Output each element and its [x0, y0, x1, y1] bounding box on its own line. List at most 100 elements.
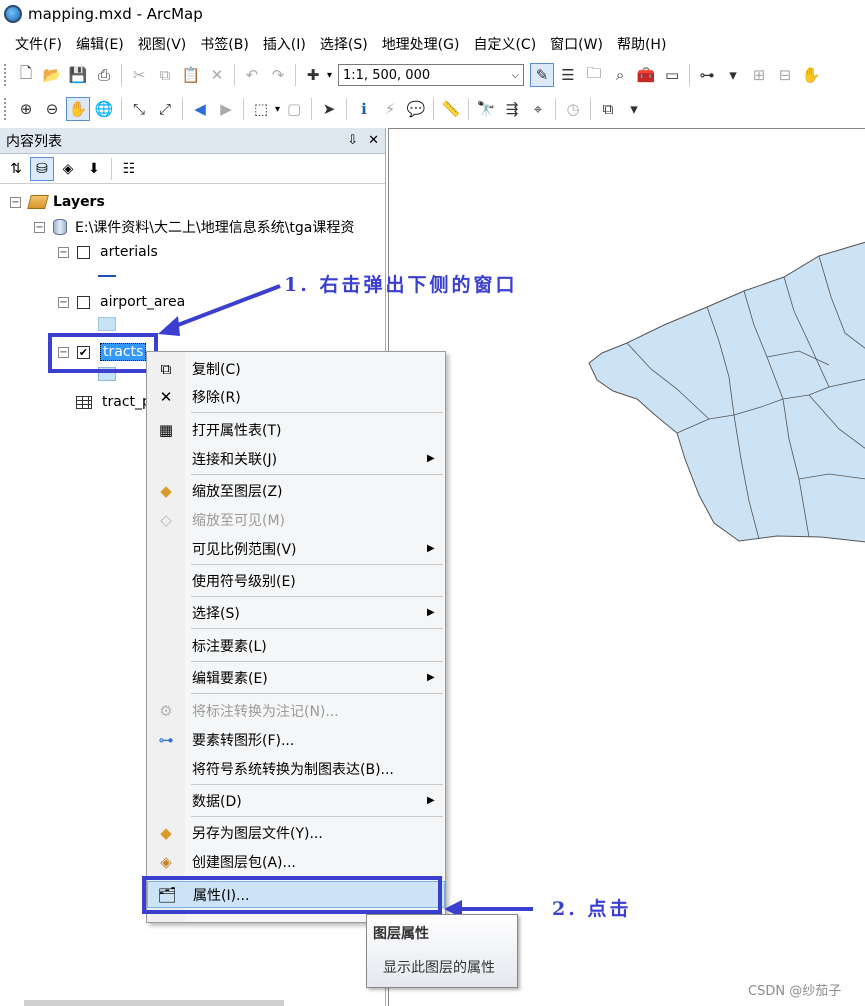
menu-bookmarks[interactable]: 书签(B): [193, 34, 256, 54]
menu-file[interactable]: 文件(F): [8, 34, 69, 54]
zoom-out-icon[interactable]: ⊖: [40, 97, 64, 121]
map-view[interactable]: [388, 128, 865, 1006]
map-scale-dropdown[interactable]: 1:1, 500, 000 ⌵: [338, 64, 525, 86]
cut-icon[interactable]: ✂: [127, 63, 151, 87]
menu-item-remove[interactable]: ✕ 移除(R): [147, 383, 445, 410]
collapse-icon[interactable]: −: [58, 296, 69, 308]
add-data-icon[interactable]: ✚: [301, 63, 325, 87]
tracts-polygon: [588, 241, 865, 543]
layer-row-arterials[interactable]: − arterials: [58, 242, 158, 262]
editor-toolbar-icon[interactable]: ✎: [530, 63, 555, 87]
menu-item-data[interactable]: 数据(D) ▶: [147, 787, 445, 814]
undo-icon[interactable]: ↶: [240, 63, 264, 87]
list-by-drawing-order-icon[interactable]: ⇅: [4, 157, 28, 181]
delete-icon[interactable]: ✕: [205, 63, 229, 87]
menu-item-zoom-to-visible[interactable]: ◇ 缩放至可见(M): [147, 506, 445, 533]
add-graphics-icon[interactable]: ⊞: [747, 63, 771, 87]
collapse-icon[interactable]: −: [10, 196, 21, 208]
forward-arrow-icon[interactable]: ▶: [214, 97, 238, 121]
hand-icon[interactable]: ✋: [799, 63, 823, 87]
fixed-zoom-out-icon[interactable]: ⤢: [153, 97, 177, 121]
pan-icon[interactable]: ✋: [66, 97, 90, 121]
html-popup-icon[interactable]: 💬: [404, 97, 428, 121]
collapse-icon[interactable]: −: [34, 221, 45, 233]
menu-item-visible-scale-range[interactable]: 可见比例范围(V) ▶: [147, 535, 445, 562]
menu-insert[interactable]: 插入(I): [256, 34, 313, 54]
full-extent-icon[interactable]: 🌐: [92, 97, 116, 121]
toolbar-separator: [111, 157, 112, 180]
open-folder-icon[interactable]: 📂: [40, 63, 64, 87]
zoom-in-icon[interactable]: ⊕: [14, 97, 38, 121]
menu-item-open-attribute-table[interactable]: ▦ 打开属性表(T): [147, 416, 445, 443]
back-arrow-icon[interactable]: ◀: [188, 97, 212, 121]
line-symbol-icon[interactable]: [98, 275, 116, 277]
hyperlink-icon[interactable]: ⚡: [378, 97, 402, 121]
copy-icon[interactable]: ⧉: [153, 63, 177, 87]
toolbar-options-icon[interactable]: ▾: [721, 63, 745, 87]
python-window-icon[interactable]: ▭: [660, 63, 684, 87]
catalog-icon[interactable]: 🗀: [582, 63, 606, 87]
print-icon[interactable]: ⎙: [92, 63, 116, 87]
datasource-row[interactable]: − E:\课件资料\大二上\地理信息系统\tga课程资: [34, 217, 354, 237]
toolbar-options-icon[interactable]: ▾: [622, 97, 646, 121]
close-icon[interactable]: ✕: [368, 133, 379, 148]
menu-customize[interactable]: 自定义(C): [466, 34, 543, 54]
menu-item-convert-symbology[interactable]: 将符号系统转换为制图表达(B)...: [147, 755, 445, 782]
select-features-icon[interactable]: ⬚: [249, 97, 273, 121]
menu-item-convert-labels[interactable]: ⚙ 将标注转换为注记(N)...: [147, 697, 445, 724]
menu-geoprocessing[interactable]: 地理处理(G): [375, 34, 467, 54]
chevron-down-icon[interactable]: ▾: [327, 70, 332, 81]
table-of-contents-icon[interactable]: ☰: [556, 63, 580, 87]
menu-help[interactable]: 帮助(H): [610, 34, 673, 54]
identify-icon[interactable]: ℹ: [352, 97, 376, 121]
menu-separator: [191, 474, 443, 475]
redo-icon[interactable]: ↷: [266, 63, 290, 87]
chevron-down-icon[interactable]: ▾: [275, 104, 280, 115]
clear-selection-icon[interactable]: ▢: [282, 97, 306, 121]
menu-item-save-as-layer-file[interactable]: ◆ 另存为图层文件(Y)...: [147, 819, 445, 846]
menu-item-edit-features[interactable]: 编辑要素(E) ▶: [147, 664, 445, 691]
table-row-tract[interactable]: tract_p: [76, 392, 151, 412]
search-window-icon[interactable]: ⌕: [608, 63, 632, 87]
create-viewer-window-icon[interactable]: ⧉: [596, 97, 620, 121]
options-icon[interactable]: ☷: [117, 157, 141, 181]
menu-item-zoom-to-layer[interactable]: ◆ 缩放至图层(Z): [147, 477, 445, 504]
menu-item-selection[interactable]: 选择(S) ▶: [147, 599, 445, 626]
select-elements-icon[interactable]: ➤: [317, 97, 341, 121]
measure-icon[interactable]: 📏: [439, 97, 463, 121]
menu-view[interactable]: 视图(V): [131, 34, 194, 54]
menu-item-copy[interactable]: ⧉ 复制(C): [147, 355, 445, 382]
menu-selection[interactable]: 选择(S): [313, 34, 375, 54]
toolbar-grip[interactable]: [4, 64, 8, 86]
list-by-source-icon[interactable]: ⛁: [30, 156, 54, 181]
toc-header: 内容列表 ⇩ ✕: [0, 128, 385, 154]
visibility-checkbox[interactable]: [77, 295, 90, 309]
find-icon[interactable]: 🔭: [474, 97, 498, 121]
paste-icon[interactable]: 📋: [179, 63, 203, 87]
toc-horizontal-scrollbar[interactable]: [24, 1000, 284, 1006]
menu-item-joins-relates[interactable]: 连接和关联(J) ▶: [147, 445, 445, 472]
arctoolbox-icon[interactable]: 🧰: [634, 63, 658, 87]
polygon-symbol-icon[interactable]: [98, 317, 116, 331]
go-to-xy-icon[interactable]: ⌖: [526, 97, 550, 121]
visibility-checkbox[interactable]: [77, 245, 90, 259]
menu-edit[interactable]: 编辑(E): [69, 34, 131, 54]
collapse-icon[interactable]: −: [58, 246, 69, 258]
menu-windows[interactable]: 窗口(W): [543, 34, 610, 54]
menu-item-create-layer-package[interactable]: ◈ 创建图层包(A)...: [147, 848, 445, 875]
graphics-icon[interactable]: ⊟: [773, 63, 797, 87]
list-by-selection-icon[interactable]: ⬇: [82, 157, 106, 181]
find-route-icon[interactable]: ⇶: [500, 97, 524, 121]
fixed-zoom-in-icon[interactable]: ⤡: [127, 97, 151, 121]
modelbuilder-icon[interactable]: ⊶: [695, 63, 719, 87]
save-icon[interactable]: 💾: [66, 63, 90, 87]
new-document-icon[interactable]: 🗋: [14, 63, 38, 87]
toolbar-grip[interactable]: [4, 98, 8, 120]
pin-icon[interactable]: ⇩: [347, 133, 358, 148]
layers-root-row[interactable]: − Layers: [10, 192, 105, 212]
menu-item-features-to-graphics[interactable]: ⊶ 要素转图形(F)...: [147, 726, 445, 753]
time-slider-icon[interactable]: ◷: [561, 97, 585, 121]
menu-item-symbol-levels[interactable]: 使用符号级别(E): [147, 567, 445, 594]
menu-item-label-features[interactable]: 标注要素(L): [147, 632, 445, 659]
list-by-visibility-icon[interactable]: ◈: [56, 157, 80, 181]
